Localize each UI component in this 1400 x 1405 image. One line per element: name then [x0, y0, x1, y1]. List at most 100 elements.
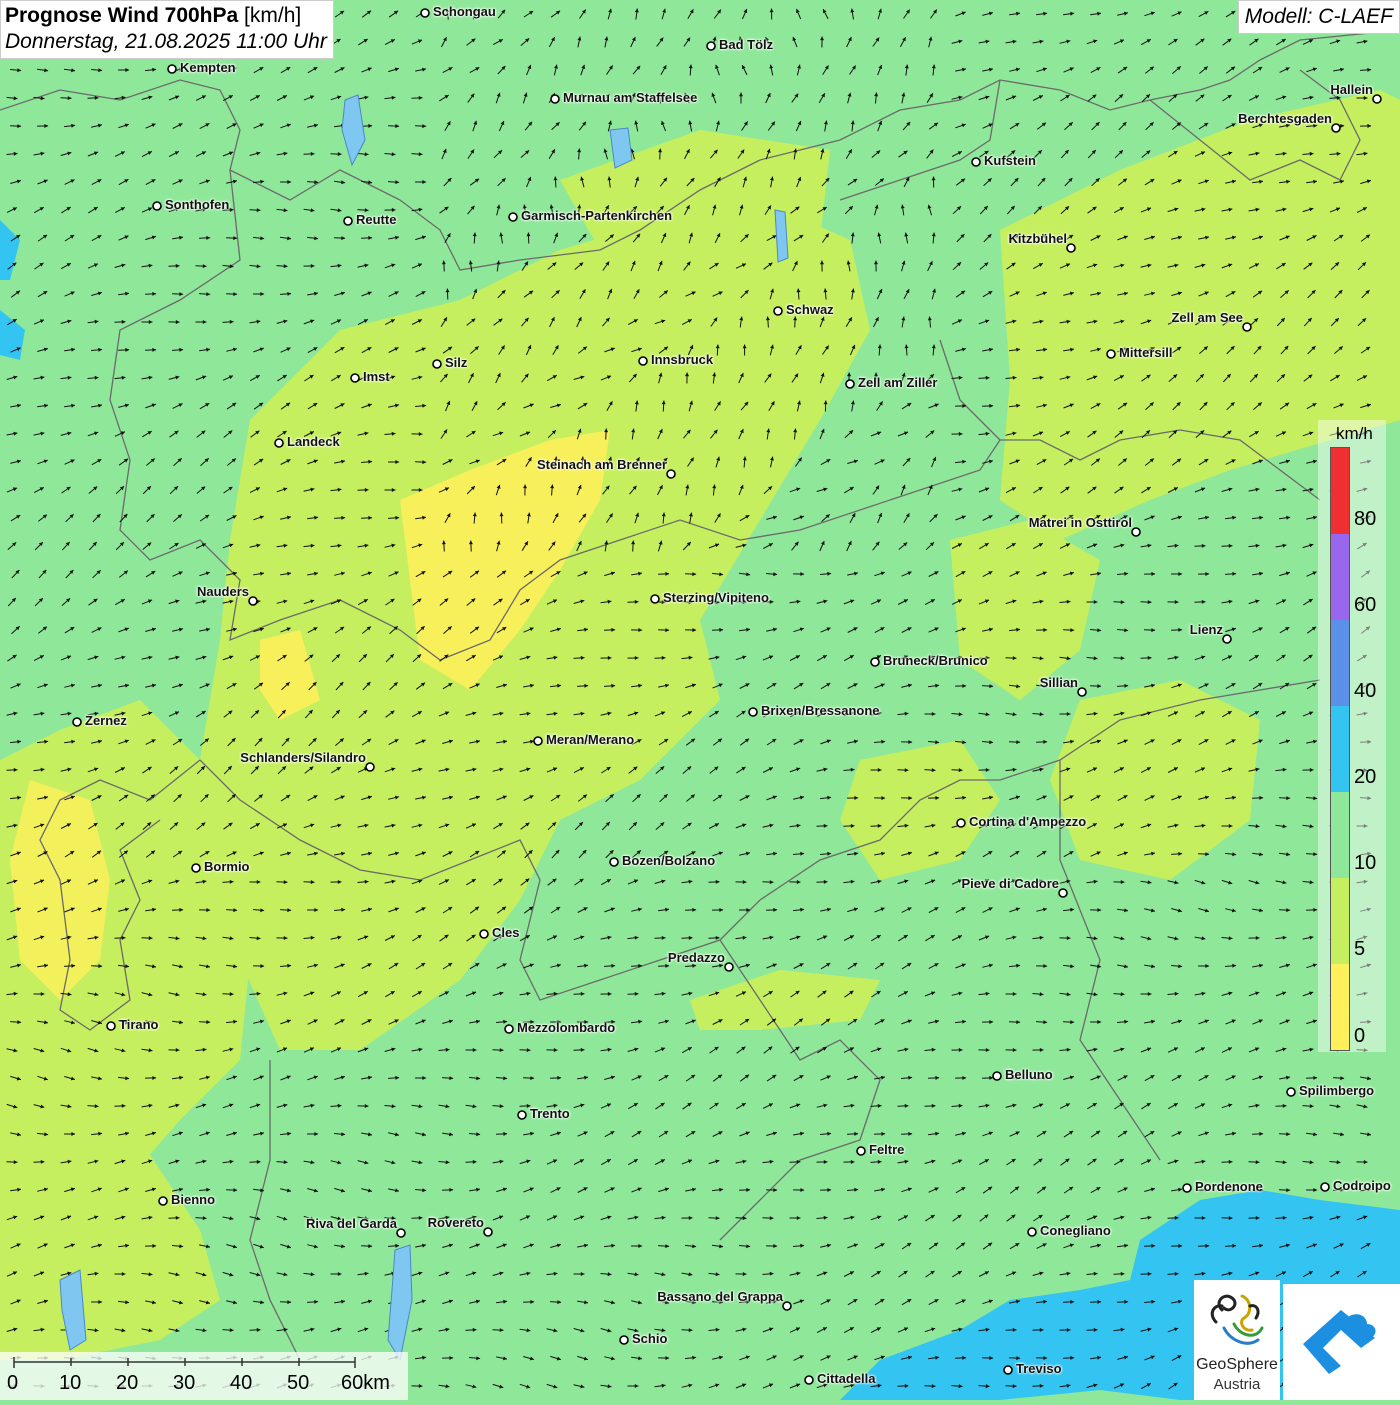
city-marker[interactable]: [1243, 323, 1251, 331]
city-marker[interactable]: [1223, 635, 1231, 643]
city-label[interactable]: Silz: [445, 355, 467, 370]
city-label[interactable]: Mezzolombardo: [517, 1020, 615, 1035]
city-label[interactable]: Imst: [363, 369, 390, 384]
city-marker[interactable]: [1183, 1184, 1191, 1192]
city-marker[interactable]: [774, 307, 782, 315]
city-label[interactable]: Treviso: [1016, 1361, 1062, 1376]
city-marker[interactable]: [639, 357, 647, 365]
city-label[interactable]: Schio: [632, 1331, 667, 1346]
city-label[interactable]: Conegliano: [1040, 1223, 1111, 1238]
city-marker[interactable]: [509, 213, 517, 221]
city-label[interactable]: Kitzbühel: [1009, 231, 1068, 246]
city-label[interactable]: Hallein: [1330, 82, 1373, 97]
city-label[interactable]: Bruneck/Brunico: [883, 653, 988, 668]
city-marker[interactable]: [805, 1376, 813, 1384]
city-label[interactable]: Brixen/Bressanone: [761, 703, 880, 718]
city-marker[interactable]: [1067, 244, 1075, 252]
city-label[interactable]: Bormio: [204, 859, 250, 874]
city-label[interactable]: Codroipo: [1333, 1178, 1391, 1193]
city-label[interactable]: Zernez: [85, 713, 127, 728]
city-label[interactable]: Zell am Ziller: [858, 375, 937, 390]
city-label[interactable]: Trento: [530, 1106, 570, 1121]
city-marker[interactable]: [993, 1072, 1001, 1080]
city-label[interactable]: Innsbruck: [651, 352, 713, 367]
city-marker[interactable]: [249, 597, 257, 605]
city-label[interactable]: Lienz: [1190, 622, 1223, 637]
city-label[interactable]: Spilimbergo: [1299, 1083, 1374, 1098]
city-label[interactable]: Zell am See: [1171, 310, 1243, 325]
city-marker[interactable]: [518, 1111, 526, 1119]
city-label[interactable]: Bassano del Grappa: [657, 1289, 783, 1304]
city-marker[interactable]: [783, 1302, 791, 1310]
city-marker[interactable]: [505, 1025, 513, 1033]
city-label[interactable]: Mittersill: [1119, 345, 1172, 360]
city-label[interactable]: Riva del Garda: [306, 1216, 397, 1231]
city-marker[interactable]: [366, 763, 374, 771]
city-marker[interactable]: [1132, 528, 1140, 536]
city-marker[interactable]: [857, 1147, 865, 1155]
city-label[interactable]: Pieve di Cadore: [961, 876, 1059, 891]
city-label[interactable]: Bozen/Bolzano: [622, 853, 715, 868]
city-marker[interactable]: [846, 380, 854, 388]
city-label[interactable]: Cles: [492, 925, 519, 940]
city-label[interactable]: Bad Tölz: [719, 37, 773, 52]
city-marker[interactable]: [1059, 889, 1067, 897]
city-label[interactable]: Bienno: [171, 1192, 215, 1207]
city-marker[interactable]: [159, 1197, 167, 1205]
city-label[interactable]: Steinach am Brenner: [537, 457, 667, 472]
city-marker[interactable]: [480, 930, 488, 938]
city-marker[interactable]: [1332, 124, 1340, 132]
city-label[interactable]: Schlanders/Silandro: [240, 750, 366, 765]
city-marker[interactable]: [957, 819, 965, 827]
city-label[interactable]: Landeck: [287, 434, 340, 449]
city-marker[interactable]: [1028, 1228, 1036, 1236]
city-marker[interactable]: [707, 42, 715, 50]
city-label[interactable]: Cortina d'Ampezzo: [969, 814, 1086, 829]
city-marker[interactable]: [275, 439, 283, 447]
city-label[interactable]: Pordenone: [1195, 1179, 1263, 1194]
city-marker[interactable]: [749, 708, 757, 716]
city-marker[interactable]: [397, 1229, 405, 1237]
city-label[interactable]: Matrei in Osttirol: [1029, 515, 1132, 530]
city-label[interactable]: Cittadella: [817, 1371, 876, 1386]
city-marker[interactable]: [421, 9, 429, 17]
city-label[interactable]: Kempten: [180, 60, 236, 75]
city-label[interactable]: Berchtesgaden: [1238, 111, 1332, 126]
city-marker[interactable]: [433, 360, 441, 368]
city-marker[interactable]: [153, 202, 161, 210]
city-label[interactable]: Sillian: [1040, 675, 1078, 690]
city-label[interactable]: Predazzo: [668, 950, 725, 965]
city-label[interactable]: Meran/Merano: [546, 732, 634, 747]
city-label[interactable]: Nauders: [197, 584, 249, 599]
city-marker[interactable]: [667, 470, 675, 478]
city-marker[interactable]: [484, 1228, 492, 1236]
city-marker[interactable]: [73, 718, 81, 726]
city-marker[interactable]: [344, 217, 352, 225]
city-marker[interactable]: [351, 374, 359, 382]
city-marker[interactable]: [107, 1022, 115, 1030]
city-label[interactable]: Reutte: [356, 212, 396, 227]
city-label[interactable]: Feltre: [869, 1142, 904, 1157]
city-marker[interactable]: [620, 1336, 628, 1344]
city-marker[interactable]: [1373, 95, 1381, 103]
city-marker[interactable]: [972, 158, 980, 166]
city-marker[interactable]: [651, 595, 659, 603]
city-marker[interactable]: [534, 737, 542, 745]
city-marker[interactable]: [168, 65, 176, 73]
city-marker[interactable]: [871, 658, 879, 666]
city-marker[interactable]: [1078, 688, 1086, 696]
city-label[interactable]: Tirano: [119, 1017, 159, 1032]
city-label[interactable]: Murnau am Staffelsee: [563, 90, 697, 105]
city-marker[interactable]: [1287, 1088, 1295, 1096]
city-marker[interactable]: [610, 858, 618, 866]
city-label[interactable]: Sterzing/Vipiteno: [663, 590, 769, 605]
city-marker[interactable]: [1004, 1366, 1012, 1374]
city-marker[interactable]: [725, 963, 733, 971]
city-marker[interactable]: [1321, 1183, 1329, 1191]
city-marker[interactable]: [551, 95, 559, 103]
city-label[interactable]: Belluno: [1005, 1067, 1053, 1082]
city-label[interactable]: Sonthofen: [165, 197, 229, 212]
city-marker[interactable]: [192, 864, 200, 872]
city-label[interactable]: Kufstein: [984, 153, 1036, 168]
city-label[interactable]: Schongau: [433, 4, 496, 19]
